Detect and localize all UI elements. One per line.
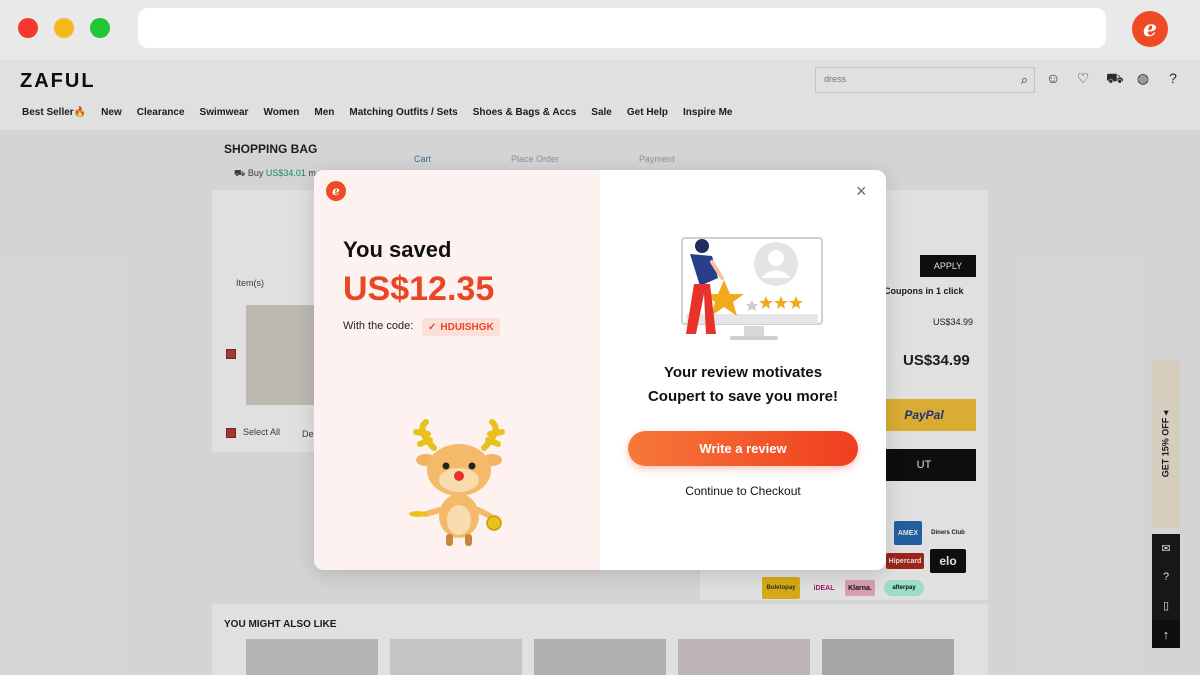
code-label: With the code: xyxy=(343,320,414,332)
review-prompt-line1: Your review motivates xyxy=(663,364,823,381)
coupon-code: HDUISHGK xyxy=(440,321,494,333)
saved-label: You saved xyxy=(343,237,452,262)
check-icon: ✓ xyxy=(428,321,437,333)
review-prompt-line2: Coupert to save you more! xyxy=(647,388,839,405)
coupert-logo-icon: e xyxy=(326,181,346,201)
reindeer-mascot-icon xyxy=(409,419,505,546)
maximize-window-button[interactable] xyxy=(90,18,110,38)
minimize-window-button[interactable] xyxy=(54,18,74,38)
close-icon[interactable]: × xyxy=(856,182,867,200)
close-window-button[interactable] xyxy=(18,18,38,38)
continue-to-checkout-link[interactable]: Continue to Checkout xyxy=(600,484,886,498)
address-bar[interactable] xyxy=(138,8,1106,48)
write-review-button[interactable]: Write a review xyxy=(628,431,858,466)
coupon-code-chip: ✓ HDUISHGK xyxy=(422,318,500,336)
review-prompt-message: Your review motivates Coupert to save yo… xyxy=(600,361,886,409)
savings-panel: e You saved US$12.35 With the code: ✓ HD… xyxy=(314,170,600,570)
browser-chrome: e xyxy=(0,0,1200,60)
review-illustration-icon xyxy=(681,237,823,340)
coupert-extension-icon[interactable]: e xyxy=(1132,11,1168,47)
coupert-savings-modal: e You saved US$12.35 With the code: ✓ HD… xyxy=(314,170,886,570)
saved-amount: US$12.35 xyxy=(343,270,495,308)
